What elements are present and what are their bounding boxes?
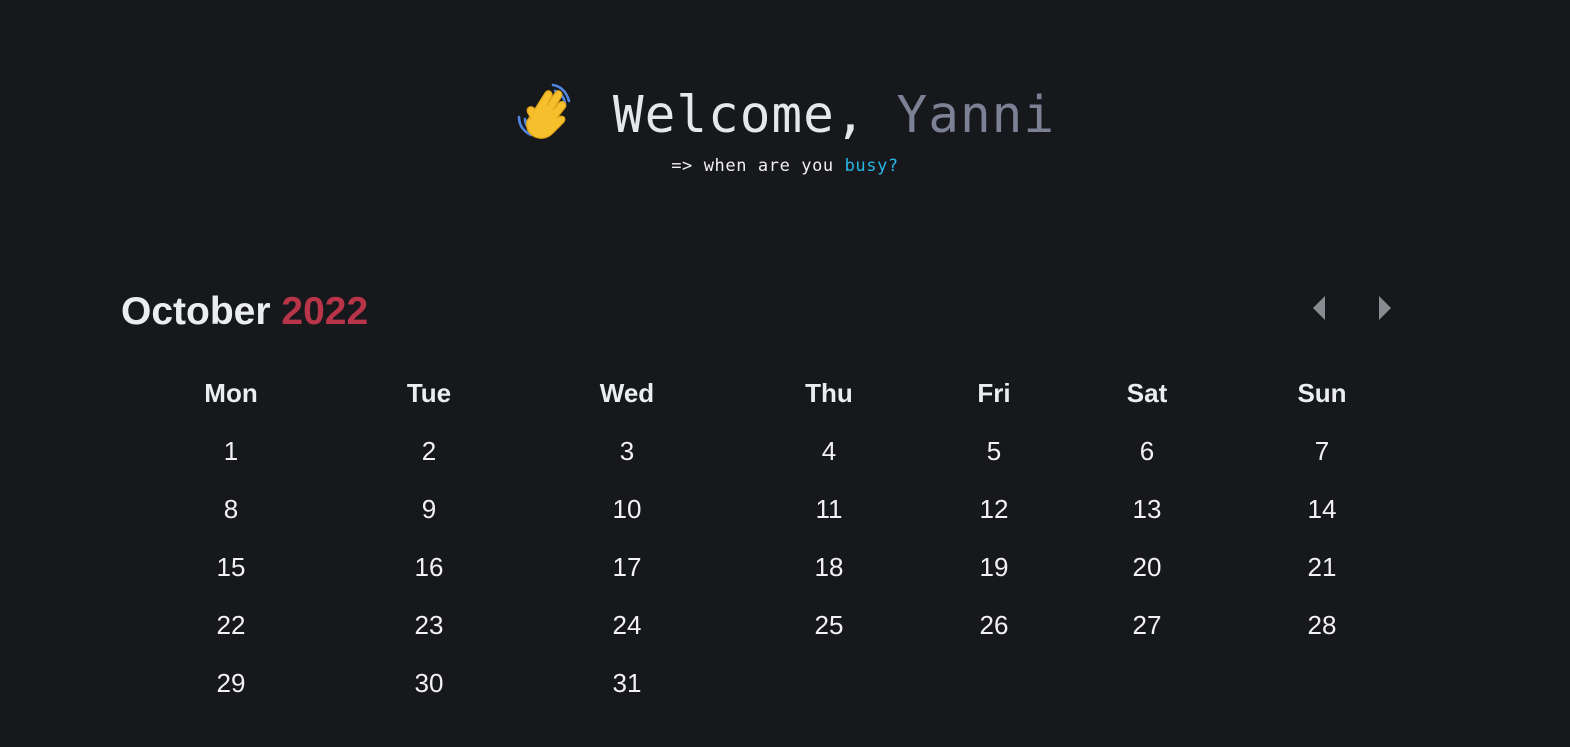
- weekday-header-wed: Wed: [599, 378, 655, 408]
- subtitle-accent: busy?: [844, 156, 899, 176]
- calendar-day[interactable]: 10: [567, 494, 687, 525]
- weekday-header-sat: Sat: [1126, 378, 1168, 408]
- calendar-day[interactable]: 4: [769, 436, 889, 467]
- greeting-text: Welcome,: [612, 85, 867, 145]
- calendar-day[interactable]: 12: [934, 494, 1054, 525]
- next-month-button[interactable]: [1373, 295, 1397, 321]
- caret-right-icon: [1379, 296, 1391, 320]
- welcome-line: Welcome, Yanni: [515, 78, 1055, 152]
- weekday-header-sun: Sun: [1297, 378, 1347, 408]
- calendar-day[interactable]: 24: [567, 610, 687, 641]
- calendar-day[interactable]: 22: [171, 610, 291, 641]
- calendar-day[interactable]: 31: [567, 668, 687, 699]
- subtitle: => when are you busy?: [0, 156, 1570, 176]
- weekday-header-fri: Fri: [977, 378, 1011, 408]
- calendar-day[interactable]: 27: [1087, 610, 1207, 641]
- calendar-day[interactable]: 5: [934, 436, 1054, 467]
- calendar-day[interactable]: 3: [567, 436, 687, 467]
- calendar-day[interactable]: 2: [369, 436, 489, 467]
- calendar-day[interactable]: 29: [171, 668, 291, 699]
- previous-month-button[interactable]: [1307, 295, 1331, 321]
- calendar-day[interactable]: 9: [369, 494, 489, 525]
- calendar-day[interactable]: 1: [171, 436, 291, 467]
- month-label: October: [121, 290, 271, 333]
- calendar-day[interactable]: 16: [369, 552, 489, 583]
- weekday-header-mon: Mon: [204, 378, 258, 408]
- calendar-day[interactable]: 13: [1087, 494, 1207, 525]
- calendar-day[interactable]: 20: [1087, 552, 1207, 583]
- calendar-day[interactable]: 15: [171, 552, 291, 583]
- calendar-day[interactable]: 25: [769, 610, 889, 641]
- calendar-day[interactable]: 6: [1087, 436, 1207, 467]
- calendar-day[interactable]: 30: [369, 668, 489, 699]
- calendar-day[interactable]: 7: [1262, 436, 1382, 467]
- calendar-day[interactable]: 14: [1262, 494, 1382, 525]
- month-year-title: October 2022: [121, 290, 368, 334]
- calendar-day[interactable]: 19: [934, 552, 1054, 583]
- year-label: 2022: [281, 290, 369, 333]
- calendar-day[interactable]: 8: [171, 494, 291, 525]
- subtitle-prefix: => when are you: [671, 156, 834, 176]
- calendar-day[interactable]: 21: [1262, 552, 1382, 583]
- calendar-day[interactable]: 18: [769, 552, 889, 583]
- user-name: Yanni: [896, 85, 1056, 145]
- calendar-day[interactable]: 26: [934, 610, 1054, 641]
- waving-hand-icon: [515, 79, 579, 143]
- calendar-day[interactable]: 28: [1262, 610, 1382, 641]
- calendar-day[interactable]: 17: [567, 552, 687, 583]
- weekday-header-tue: Tue: [406, 378, 452, 408]
- weekday-header-thu: Thu: [805, 378, 853, 408]
- calendar-day[interactable]: 11: [769, 494, 889, 525]
- caret-left-icon: [1313, 296, 1325, 320]
- welcome-header: Welcome, Yanni => when are you busy?: [0, 78, 1570, 176]
- calendar-day[interactable]: 23: [369, 610, 489, 641]
